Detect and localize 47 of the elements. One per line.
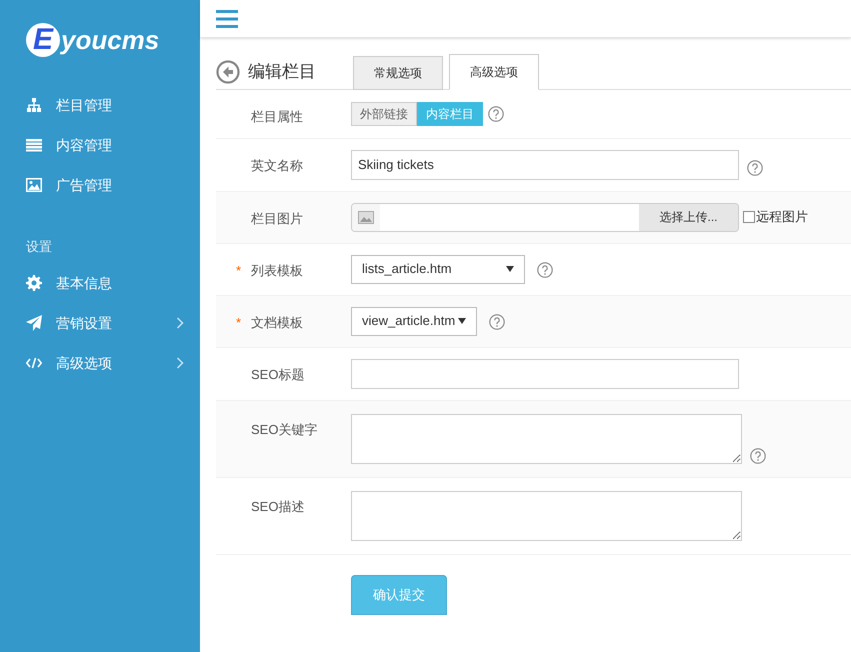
- help-icon[interactable]: [537, 262, 553, 278]
- sidebar-item[interactable]: 栏目管理: [0, 85, 200, 125]
- image-icon: [26, 177, 42, 193]
- field-label: SEO标题: [251, 366, 304, 384]
- image-icon: [358, 210, 374, 224]
- checkbox-label: 远程图片: [756, 208, 808, 226]
- help-icon[interactable]: [489, 314, 505, 330]
- upload-field[interactable]: 选择上传...: [351, 202, 739, 232]
- gear-icon: [26, 274, 42, 290]
- field-label: SEO关键字: [251, 420, 318, 438]
- sidebar-item[interactable]: 广告管理: [0, 165, 200, 205]
- section-title: 设置: [25, 238, 53, 256]
- dropdown-arrow-icon: [506, 266, 514, 272]
- upload-button[interactable]: 选择上传...: [639, 204, 738, 230]
- help-icon[interactable]: [488, 106, 504, 122]
- toggle-option[interactable]: 外部链接: [351, 102, 417, 126]
- field-label: 列表模板: [251, 262, 303, 280]
- sidebar-item[interactable]: 内容管理: [0, 125, 200, 165]
- logo-text: youcms: [61, 27, 160, 53]
- text-field[interactable]: [351, 358, 739, 388]
- text-field[interactable]: Skiing tickets: [351, 150, 739, 180]
- sidebar-item[interactable]: 营销设置: [0, 302, 200, 342]
- tab[interactable]: 常规选项: [353, 56, 443, 90]
- logo-mark: E: [26, 23, 60, 57]
- list-icon: [26, 137, 42, 153]
- required-mark: *: [236, 314, 242, 330]
- select-field[interactable]: view_article.htm: [351, 306, 477, 336]
- chevron-right-icon: [176, 356, 184, 368]
- help-icon[interactable]: [747, 160, 763, 176]
- checkbox[interactable]: [743, 211, 755, 223]
- field-label: 栏目属性: [251, 108, 303, 126]
- field-label: 英文名称: [251, 156, 303, 174]
- dropdown-arrow-icon: [458, 318, 466, 324]
- paper-plane-icon: [26, 314, 42, 330]
- required-mark: *: [236, 262, 242, 278]
- tab[interactable]: 高级选项: [449, 54, 539, 90]
- sitemap-icon: [26, 97, 42, 113]
- sidebar-item[interactable]: 基本信息: [0, 262, 200, 302]
- help-icon[interactable]: [750, 448, 766, 464]
- field-label: SEO描述: [251, 498, 304, 516]
- page-title: 编辑栏目: [248, 61, 316, 84]
- select-field[interactable]: lists_article.htm: [351, 254, 525, 284]
- chevron-right-icon: [176, 316, 184, 328]
- field-label: 文档模板: [251, 314, 303, 332]
- sidebar-item[interactable]: 高级选项: [0, 342, 200, 382]
- field-label: 栏目图片: [251, 210, 303, 228]
- menu-icon[interactable]: [216, 10, 238, 28]
